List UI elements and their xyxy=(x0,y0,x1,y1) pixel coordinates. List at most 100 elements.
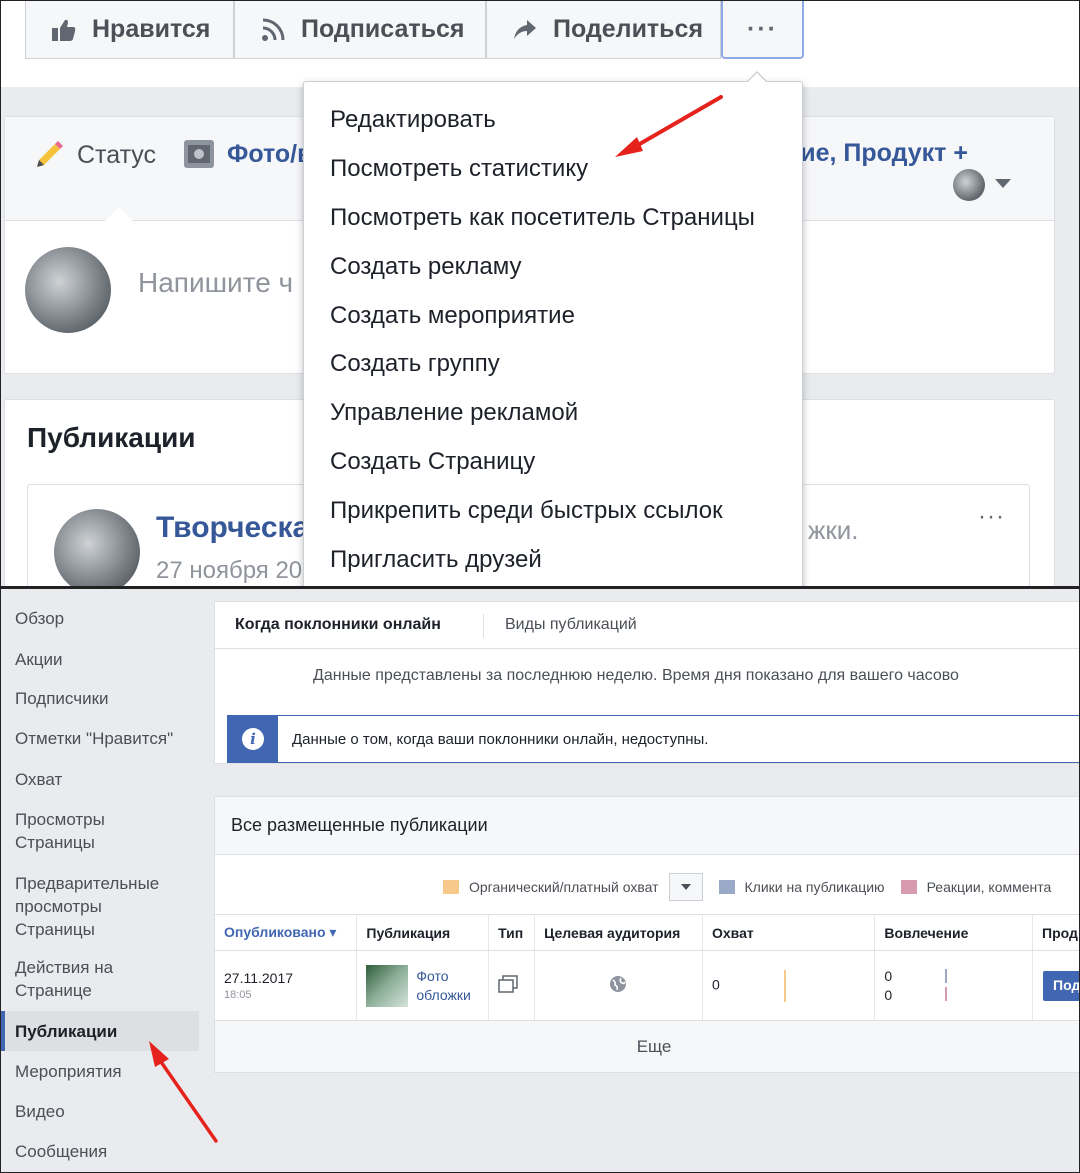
post-text: жки. xyxy=(808,515,859,545)
clicks-bar xyxy=(945,969,948,983)
legend-dropdown[interactable] xyxy=(668,873,703,901)
sidebar-item-reach[interactable]: Охват xyxy=(1,768,199,791)
cell-engagement: 0 0 xyxy=(874,950,1034,1021)
reactions-bar xyxy=(945,987,948,1001)
cell-promote: Под xyxy=(1032,950,1079,1021)
post-link[interactable]: Фото обложки xyxy=(416,967,478,1005)
sidebar-item-posts[interactable]: Публикации xyxy=(1,1011,199,1051)
sidebar-item-promotions[interactable]: Акции xyxy=(1,648,199,671)
col-type[interactable]: Тип xyxy=(488,914,536,951)
tab-event-product-label: тие, Продукт + xyxy=(788,139,968,167)
sidebar-item-messages[interactable]: Сообщения xyxy=(1,1140,199,1163)
col-promote[interactable]: Прод xyxy=(1032,914,1079,951)
post-date: 27.11.2017 xyxy=(224,970,294,986)
menu-item-create-ad[interactable]: Создать рекламу xyxy=(304,242,802,291)
globe-icon xyxy=(609,976,627,996)
cell-type xyxy=(488,950,536,1021)
fans-online-panel: Когда поклонники онлайн Виды публикаций … xyxy=(214,601,1079,764)
all-posts-title: Все размещенные публикации xyxy=(215,797,1079,855)
composer-input[interactable]: Напишите ч xyxy=(138,267,293,299)
share-label: Поделиться xyxy=(553,15,704,43)
menu-item-view-as-visitor[interactable]: Посмотреть как посетитель Страницы xyxy=(304,194,802,243)
thumbs-up-icon xyxy=(50,16,78,44)
col-engagement[interactable]: Вовлечение xyxy=(874,914,1034,951)
sidebar-item-videos[interactable]: Видео xyxy=(1,1100,199,1123)
photo-type-icon xyxy=(498,975,518,996)
tab-photo-label: Фото/в xyxy=(227,139,313,168)
reach-value: 0 xyxy=(711,976,720,993)
more-options-button[interactable]: ··· xyxy=(721,1,804,59)
insights-tabs: Когда поклонники онлайн Виды публикаций xyxy=(215,602,1079,649)
chart-legend: Органический/платный охват Клики на публ… xyxy=(443,873,1051,901)
legend-reactions: Реакции, коммента xyxy=(926,879,1052,895)
menu-item-manage-ads[interactable]: Управление рекламой xyxy=(304,389,802,438)
menu-item-view-insights[interactable]: Посмотреть статистику xyxy=(304,145,802,194)
tab-status[interactable]: Статус xyxy=(33,139,156,171)
legend-organic: Органический/платный охват xyxy=(469,879,659,895)
rss-icon xyxy=(259,16,287,44)
insights-panel: Обзор Акции Подписчики Отметки "Нравится… xyxy=(0,587,1080,1173)
pencil-icon xyxy=(33,139,65,171)
menu-item-edit[interactable]: Редактировать xyxy=(304,96,802,145)
col-audience[interactable]: Целевая аудитория xyxy=(534,914,703,951)
col-reach[interactable]: Охват xyxy=(702,914,876,951)
see-more-button[interactable]: Еще xyxy=(215,1021,1079,1072)
cell-publication: Фото обложки xyxy=(356,950,490,1021)
engagement-clicks: 0 xyxy=(884,968,893,984)
sidebar-item-page-actions[interactable]: Действия на Странице xyxy=(1,956,141,1002)
subscribe-button[interactable]: Подписаться xyxy=(234,1,486,59)
legend-swatch-clicks xyxy=(718,880,735,894)
engagement-reactions: 0 xyxy=(884,987,893,1003)
info-icon: i xyxy=(228,716,278,762)
chevron-down-icon[interactable] xyxy=(995,179,1011,188)
menu-item-create-page[interactable]: Создать Страницу xyxy=(304,438,802,487)
info-text: Данные о том, когда ваши поклонники онла… xyxy=(292,730,709,748)
subscribe-label: Подписаться xyxy=(301,15,465,43)
cell-audience xyxy=(534,950,703,1021)
sidebar-item-page-views[interactable]: Просмотры Страницы xyxy=(1,808,141,854)
like-button[interactable]: Нравится xyxy=(25,1,234,59)
legend-clicks: Клики на публикацию xyxy=(744,879,885,895)
boost-button[interactable]: Под xyxy=(1043,970,1079,1001)
reach-bar xyxy=(783,969,786,1002)
sidebar-item-followers[interactable]: Подписчики xyxy=(1,687,199,710)
chevron-down-icon xyxy=(680,884,691,890)
tab-when-fans-online[interactable]: Когда поклонники онлайн xyxy=(235,616,441,634)
post-date[interactable]: 27 ноября 20 xyxy=(156,557,302,585)
insights-sidebar: Обзор Акции Подписчики Отметки "Нравится… xyxy=(1,589,201,1172)
sidebar-item-page-previews[interactable]: Предварительные просмотры Страницы xyxy=(1,872,181,941)
legend-swatch-reactions xyxy=(900,880,917,894)
menu-item-pin-shortcuts[interactable]: Прикрепить среди быстрых ссылок xyxy=(304,486,802,535)
post-thumbnail[interactable] xyxy=(366,964,409,1007)
col-publication[interactable]: Публикация xyxy=(356,914,490,951)
sidebar-item-likes[interactable]: Отметки "Нравится" xyxy=(1,727,199,750)
legend-swatch-organic xyxy=(443,880,459,894)
post-more-icon[interactable]: ··· xyxy=(978,503,1005,531)
share-arrow-icon xyxy=(511,16,539,44)
tab-event-product[interactable]: тие, Продукт + xyxy=(788,139,968,168)
page-avatar-small[interactable] xyxy=(953,169,985,201)
like-label: Нравится xyxy=(92,15,211,43)
top-panel: Нравится Подписаться Поделиться ··· Стат… xyxy=(0,0,1080,587)
menu-item-create-event[interactable]: Создать мероприятие xyxy=(304,291,802,340)
post-avatar[interactable] xyxy=(54,509,140,586)
tab-photo-video[interactable]: Фото/в xyxy=(183,139,313,169)
sidebar-item-overview[interactable]: Обзор xyxy=(1,607,199,630)
tab-post-types[interactable]: Виды публикаций xyxy=(505,616,637,634)
timezone-note: Данные представлены за последнюю неделю.… xyxy=(313,667,959,684)
share-button[interactable]: Поделиться xyxy=(486,1,721,59)
info-banner: i Данные о том, когда ваши поклонники он… xyxy=(227,715,1079,763)
camera-icon xyxy=(183,139,215,169)
col-published[interactable]: Опубликовано ▾ xyxy=(215,914,358,951)
tab-divider xyxy=(483,614,484,638)
post-time: 18:05 xyxy=(224,989,252,1001)
menu-item-invite-friends[interactable]: Пригласить друзей xyxy=(304,535,802,584)
posts-table: Опубликовано ▾ Публикация Тип Целевая ау… xyxy=(215,914,1079,1021)
more-options-menu: Редактировать Посмотреть статистику Посм… xyxy=(303,71,803,586)
tab-status-label: Статус xyxy=(77,140,157,169)
menu-item-create-group[interactable]: Создать группу xyxy=(304,340,802,389)
post-author[interactable]: Творческа xyxy=(156,511,309,545)
table-row[interactable]: 27.11.2017 18:05 Фото обложки 0 0 0 Под xyxy=(215,950,1079,1021)
sidebar-item-events[interactable]: Мероприятия xyxy=(1,1060,199,1083)
page-action-bar: Нравится Подписаться Поделиться ··· xyxy=(1,1,1079,87)
